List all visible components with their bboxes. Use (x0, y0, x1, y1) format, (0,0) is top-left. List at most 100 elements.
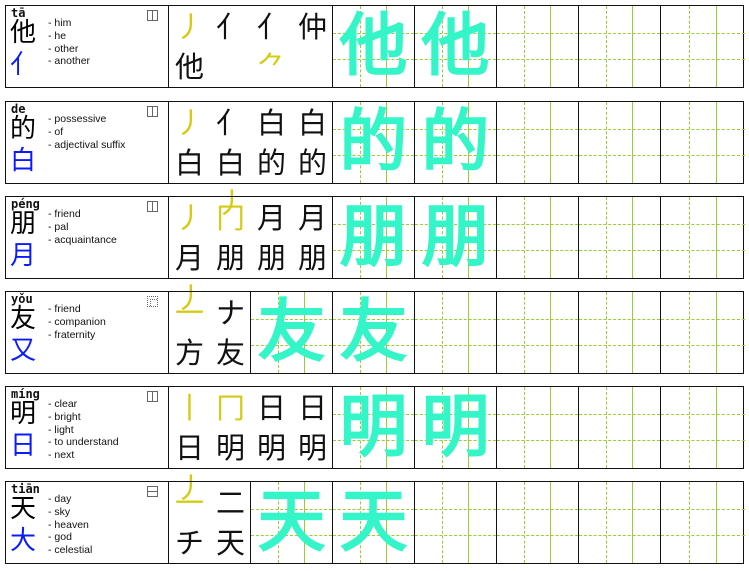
practice-grid-cell[interactable]: 友 (333, 292, 415, 373)
grid-guide-line (605, 292, 607, 373)
practice-grid-cell[interactable] (579, 197, 661, 278)
stroke-base: 亻 (215, 10, 245, 44)
stroke-highlight: ⺈ (256, 50, 286, 84)
stroke-step: 明 (210, 428, 251, 468)
grid-guide-line (688, 197, 690, 278)
practice-grid-cell[interactable]: 他 (415, 6, 497, 87)
grid-guide-line (550, 197, 552, 278)
practice-grid-cell[interactable]: 友 (251, 292, 333, 373)
grid-guide-line (632, 6, 634, 87)
grid-guide-line (497, 413, 578, 415)
grid-guide-line (579, 440, 660, 442)
grid-guide-line (497, 508, 578, 510)
stroke-base: ナ (215, 296, 245, 330)
character-row: míng 明 日 clearbrightlightto understandne… (5, 386, 745, 505)
practice-grid-cell[interactable]: 天 (251, 482, 333, 563)
grid-guide-line (579, 32, 660, 34)
grid-guide-line (632, 292, 634, 373)
grid-guide-line (441, 292, 443, 373)
stroke-step: チ (169, 523, 210, 563)
grid-guide-line (497, 345, 578, 347)
practice-grid-cell[interactable] (661, 197, 745, 278)
practice-grid-cell[interactable] (661, 292, 745, 373)
grid-guide-line (688, 482, 690, 563)
stroke-step: 冂 (210, 198, 251, 238)
grid-guide-line (661, 155, 745, 157)
stroke-step: 白 (251, 103, 292, 143)
radical-character: 又 (10, 336, 37, 366)
meaning-item: another (48, 55, 90, 68)
stroke-step: 仲 (292, 7, 333, 47)
practice-grid-cell[interactable] (661, 482, 745, 563)
practice-grid-cell[interactable] (497, 102, 579, 183)
practice-grid-cell[interactable] (497, 197, 579, 278)
character-info-cell: míng 明 日 clearbrightlightto understandne… (6, 387, 169, 468)
stroke-base: 白 (174, 146, 204, 180)
practice-grid-cell[interactable] (415, 482, 497, 563)
grid-guide-line (716, 482, 718, 563)
stroke-base: 日 (174, 431, 204, 465)
character-row: tā 他 亻 himheotheranother 丿亻亻⺈仲他 他 他 (5, 5, 745, 88)
stroke-step: 二 (210, 483, 251, 523)
grid-guide-line (497, 250, 578, 252)
stroke-base: 明 (256, 431, 286, 465)
stroke-base: 二 (215, 486, 245, 520)
stroke-base: 日 (297, 391, 327, 425)
stroke-step: 明 (251, 428, 292, 468)
stroke-order-cell: 丨冂日日日丿明明明 (169, 387, 333, 505)
stroke-base: 月 (297, 201, 327, 235)
stroke-base: 白 (215, 146, 245, 180)
stroke-step: 亻⺈ (251, 7, 292, 84)
stroke-order-cell: 一ナ方友 (169, 292, 251, 373)
stroke-base: 他 (174, 50, 204, 84)
practice-grid-cell[interactable]: 朋 (415, 197, 497, 278)
grid-guide-line (523, 197, 525, 278)
practice-grid-cell[interactable] (661, 387, 745, 468)
practice-grid-cell[interactable] (497, 482, 579, 563)
meaning-item: other (48, 43, 90, 56)
practice-grid-cell[interactable]: 明 (333, 387, 415, 468)
grid-guide-line (579, 223, 660, 225)
stroke-step: 朋 (210, 238, 251, 278)
grid-guide-line (523, 387, 525, 468)
meanings-list: friendpalacquaintance (48, 208, 116, 246)
practice-grid-cell[interactable] (579, 482, 661, 563)
grid-guide-line (688, 6, 690, 87)
practice-grid-cell[interactable]: 天 (333, 482, 415, 563)
meaning-item: clear (48, 398, 119, 411)
practice-grid-cell[interactable]: 明 (415, 387, 497, 468)
practice-grid-cell[interactable]: 朋 (333, 197, 415, 278)
top-bottom-structure-icon (147, 486, 158, 497)
meaning-item: heaven (48, 519, 92, 532)
meaning-item: next (48, 449, 119, 462)
practice-grid-cell[interactable] (497, 387, 579, 468)
stroke-highlight: 一 (174, 486, 204, 520)
stroke-order-cell: 丿亻亻⺈仲他 (169, 6, 333, 87)
practice-grid-cell[interactable] (661, 102, 745, 183)
practice-grid-cell[interactable]: 的 (415, 102, 497, 183)
stroke-highlight: 冂 (215, 391, 245, 425)
practice-grid-cell[interactable]: 他 (333, 6, 415, 87)
stroke-step: 白 (292, 103, 333, 143)
stroke-highlight: 丿 (174, 106, 204, 140)
practice-grid-cell[interactable] (579, 102, 661, 183)
hanzi-character: 友 (10, 304, 37, 334)
grid-guide-line (605, 102, 607, 183)
stroke-highlight: 一 (174, 296, 204, 330)
practice-grid-cell[interactable] (579, 6, 661, 87)
meaning-item: he (48, 30, 90, 43)
practice-grid-cell[interactable] (579, 387, 661, 468)
practice-grid-cell[interactable] (497, 292, 579, 373)
grid-guide-line (716, 387, 718, 468)
practice-grid-cell[interactable]: 的 (333, 102, 415, 183)
practice-grid-cell[interactable] (497, 6, 579, 87)
practice-grid-cell[interactable] (579, 292, 661, 373)
meaning-item: fraternity (48, 329, 106, 342)
practice-grid-cell[interactable] (661, 6, 745, 87)
grid-guide-line (661, 32, 745, 34)
trace-character: 友 (339, 292, 408, 372)
grid-guide-line (550, 6, 552, 87)
practice-grid-cell[interactable] (415, 292, 497, 373)
character-row: tiān 天 大 dayskyheavengodcelestial 一二チ天 天… (5, 481, 745, 564)
grid-guide-line (497, 440, 578, 442)
